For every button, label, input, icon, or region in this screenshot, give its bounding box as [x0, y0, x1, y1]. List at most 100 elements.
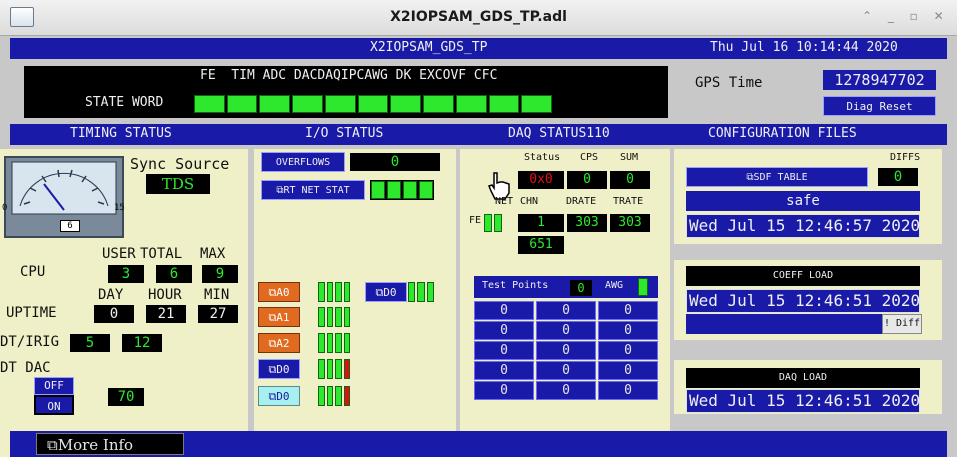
diffs-label: DIFFS: [890, 152, 921, 163]
adc-a2-button[interactable]: ⧉A2: [258, 333, 300, 353]
gauge-min: 0: [2, 203, 8, 213]
adc-a0-button[interactable]: ⧉A0: [258, 282, 300, 302]
daq-chn-value: 1: [518, 214, 564, 232]
dt-dac-on-button[interactable]: ON: [34, 395, 74, 415]
tp-cell: 0: [536, 321, 596, 340]
overflows-value: 0: [350, 153, 440, 171]
dt-dac-label: DT DAC: [0, 360, 51, 376]
daq-fe-label: FE: [469, 215, 482, 226]
uptime-header-day: DAY: [98, 287, 124, 303]
window-controls-icon[interactable]: ⌃ _ ▫ ✕: [862, 9, 950, 27]
sdf-table-button[interactable]: ⧉SDF TABLE: [686, 167, 868, 187]
header-datetime: Thu Jul 16 10:14:44 2020: [710, 40, 898, 55]
state-word-label: STATE WORD: [85, 95, 164, 110]
cpu-max-value: 9: [202, 265, 238, 283]
coeff-load-label: COEFF LOAD: [686, 266, 920, 286]
uptime-hour-value: 21: [146, 305, 186, 323]
adc-a2-bits: [318, 333, 350, 353]
diag-reset-button[interactable]: Diag Reset: [823, 96, 936, 116]
medm-canvas: X2IOPSAM_GDS_TP Thu Jul 16 10:14:44 2020…: [0, 38, 947, 457]
gauge-value: 6: [60, 220, 80, 232]
coeff-status-bar: [686, 314, 882, 334]
daq-net-header: NET: [495, 196, 514, 207]
overflows-button[interactable]: OVERFLOWS: [261, 152, 345, 172]
uptime-day-value: 0: [94, 305, 134, 323]
daq-net-bits: [484, 214, 502, 232]
sdf-diffs-value: 0: [878, 168, 918, 186]
daq-status-header: Status: [524, 152, 561, 163]
daq-chn-header: CHN: [520, 196, 539, 207]
daq-load-time: Wed Jul 15 12:46:51 2020: [686, 389, 920, 413]
daq-drate-value: 303: [567, 214, 607, 232]
cpu-header-user: USER: [102, 246, 136, 262]
dt-irig-value-2: 12: [122, 334, 162, 352]
rt-net-stat-bits: [370, 180, 434, 200]
tp-cell: 0: [474, 301, 534, 320]
sync-source-value: TDS: [146, 174, 210, 194]
tp-cell: 0: [474, 381, 534, 400]
tp-cell: 0: [536, 361, 596, 380]
tp-cell: 0: [474, 361, 534, 380]
dac-d0-bits: [408, 282, 434, 302]
sdf-load-time: Wed Jul 15 12:46:57 2020: [686, 214, 920, 238]
app-icon: [10, 7, 34, 27]
daq-load-label: DAQ LOAD: [686, 368, 920, 388]
daq-sum-value: 0: [610, 171, 650, 189]
test-points-label: Test Points: [482, 280, 549, 291]
tp-cell: 0: [598, 341, 658, 360]
diff-button[interactable]: ! Diff: [882, 314, 922, 334]
daq-status-value: 0x0: [518, 171, 564, 189]
cpu-label: CPU: [20, 264, 46, 280]
cpu-header-total: TOTAL: [140, 246, 183, 262]
tp-cell: 0: [474, 321, 534, 340]
dac-d0-bits-3: [318, 386, 350, 406]
gauge-max: 15: [114, 203, 125, 213]
rt-net-stat-button[interactable]: ⧉RT NET STAT: [261, 180, 365, 200]
test-points-value: 0: [570, 280, 592, 296]
window-titlebar: X2IOPSAM_GDS_TP.adl: [0, 0, 957, 36]
daq-total-value: 651: [518, 236, 564, 254]
dac-d0-button-2[interactable]: ⧉D0: [258, 359, 300, 379]
test-points-grid: 0 0 0 0 0 0 0 0 0 0 0 0 0 0 0: [474, 301, 658, 401]
daq-cps-value: 0: [567, 171, 607, 189]
daq-cps-header: CPS: [580, 152, 599, 163]
uptime-label: UPTIME: [6, 305, 57, 321]
daq-sum-header: SUM: [620, 152, 639, 163]
tp-cell: 0: [598, 361, 658, 380]
dt-irig-label: DT/IRIG: [0, 334, 60, 350]
related-display-icon: ⧉: [47, 436, 58, 454]
more-info-button[interactable]: ⧉More Info: [36, 433, 184, 455]
tp-cell: 0: [536, 381, 596, 400]
state-word-bits: [194, 95, 553, 113]
model-name: X2IOPSAM_GDS_TP: [370, 40, 488, 55]
window-title: X2IOPSAM_GDS_TP.adl: [390, 9, 567, 25]
adc-a1-button[interactable]: ⧉A1: [258, 307, 300, 327]
tp-cell: 0: [598, 301, 658, 320]
cpu-header-max: MAX: [200, 246, 226, 262]
dac-d0-button-3[interactable]: ⧉D0: [258, 386, 300, 406]
coeff-load-time: Wed Jul 15 12:46:51 2020: [686, 289, 920, 313]
tp-cell: 0: [536, 341, 596, 360]
daq-trate-value: 303: [610, 214, 650, 232]
dac-d0-button[interactable]: ⧉D0: [365, 282, 407, 302]
awg-label: AWG: [605, 280, 624, 291]
tp-cell: 0: [474, 341, 534, 360]
awg-indicator: [638, 278, 648, 296]
uptime-header-hour: HOUR: [148, 287, 182, 303]
daq-status-title: DAQ STATUS110: [508, 126, 610, 141]
pointer-hand-icon: [485, 171, 515, 200]
dt-dac-value: 70: [108, 388, 144, 406]
tp-cell: 0: [536, 301, 596, 320]
dt-irig-value-1: 5: [70, 334, 110, 352]
uptime-min-value: 27: [198, 305, 238, 323]
gps-time-label: GPS Time: [695, 75, 763, 91]
cpu-total-value: 6: [156, 265, 192, 283]
io-status-title: I/O STATUS: [305, 126, 384, 141]
adc-a0-bits: [318, 282, 350, 302]
sync-source-label: Sync Source: [130, 155, 230, 173]
state-word-bit-names: FE TIM ADC DACDAQIPCAWG DK EXCOVF CFC: [200, 68, 498, 83]
sdf-status: safe: [686, 191, 920, 211]
config-files-title: CONFIGURATION FILES: [708, 126, 857, 141]
cpu-user-value: 3: [108, 265, 144, 283]
dt-dac-off-button[interactable]: OFF: [34, 377, 74, 395]
